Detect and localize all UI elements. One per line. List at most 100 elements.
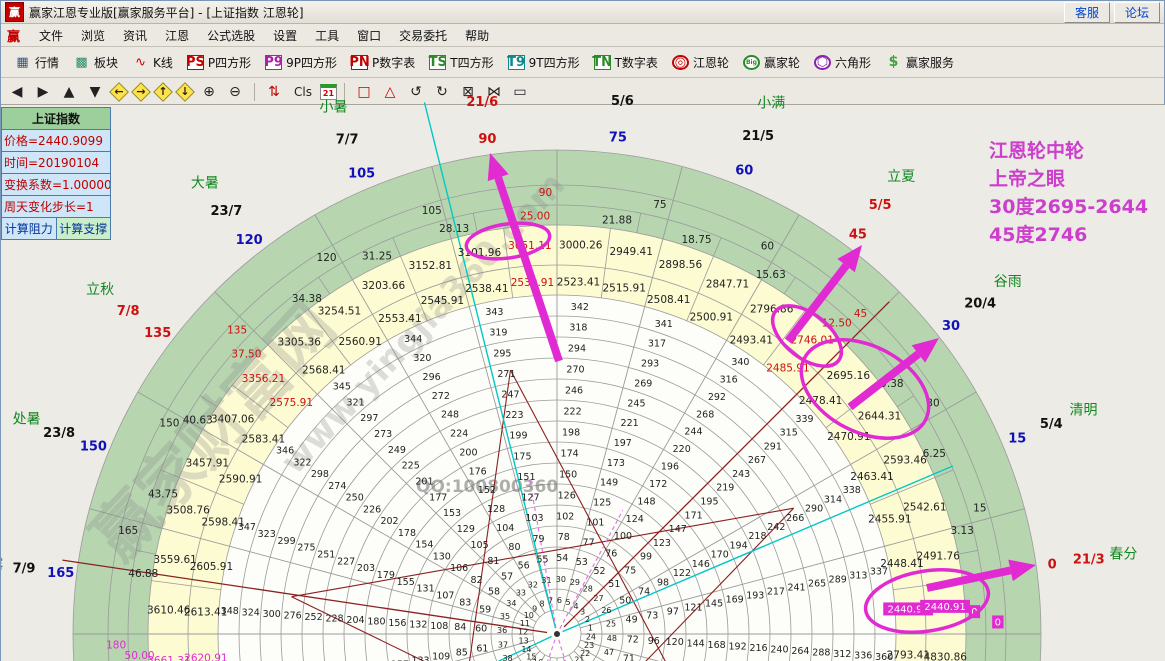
ring-number: 299 — [278, 536, 296, 547]
ring-number: 79 — [532, 534, 544, 545]
toolbar-sectors[interactable]: ▩ 板块 — [66, 52, 125, 73]
ring-number: 148 — [637, 496, 655, 507]
title-bar: 赢 赢家江恩专业版[赢家服务平台] - [上证指数 江恩轮] 客服 论坛 — [1, 1, 1164, 24]
value-circle-label: 28.13 — [439, 223, 469, 235]
ring-number: 56 — [518, 561, 530, 572]
ring-number: 293 — [641, 359, 659, 370]
toolbar-t-square[interactable]: TS T四方形 — [422, 52, 500, 73]
toolbar-hexagon[interactable]: ⬡ 六角形 — [807, 52, 878, 73]
ring-number: 127 — [521, 493, 539, 504]
outer-date-label: 7/8 — [117, 304, 140, 319]
outer-date-label: 23/8 — [43, 426, 75, 441]
ring-number: 201 — [415, 477, 433, 488]
ring-number: 241 — [787, 582, 805, 593]
ring-number: 267 — [748, 455, 766, 466]
ring-number: 58 — [488, 587, 500, 598]
ring-number: 247 — [501, 389, 519, 400]
calc-resistance-button[interactable]: 计算阻力 — [1, 218, 57, 240]
ring-number: 11 — [520, 619, 530, 628]
toolbar-9p-square[interactable]: P9 9P四方形 — [258, 52, 344, 73]
ring-number: 227 — [337, 556, 355, 567]
menu-bar: 赢 文件 浏览 资讯 江恩 公式选股 设置 工具 窗口 交易委托 帮助 — [1, 24, 1164, 47]
ring-number: 244 — [684, 427, 702, 438]
ring-number: 250 — [346, 493, 364, 504]
price-outer-value: 3508.76 — [166, 505, 210, 517]
ring-number: 176 — [469, 466, 487, 477]
ring-number: 52 — [593, 566, 605, 577]
outer-date-label: 23/7 — [210, 204, 242, 219]
price-inner-value: 2478.41 — [799, 395, 842, 407]
ring-number: 266 — [786, 513, 804, 524]
ring-number: 147 — [669, 524, 687, 535]
toolbar-winner-service[interactable]: $ 赢家服务 — [878, 52, 961, 73]
ring-number: 107 — [436, 591, 454, 602]
ring-number: 28 — [583, 584, 593, 593]
value-circle-label: 43.75 — [148, 488, 178, 500]
outer-degree-label: 45 — [849, 228, 867, 243]
p-square-icon: PS — [185, 54, 205, 70]
toolbar-kline[interactable]: ∿ K线 — [125, 52, 180, 73]
ring-number: 154 — [415, 540, 433, 551]
ring-number: 54 — [556, 553, 568, 564]
outer-date-label: 5/6 — [611, 94, 634, 109]
toolbar-quotes[interactable]: ▦ 行情 — [7, 52, 66, 73]
menu-工具[interactable]: 工具 — [306, 25, 348, 46]
ring-number: 29 — [570, 578, 580, 587]
toolbar-t-table[interactable]: TN T数字表 — [587, 52, 665, 73]
ring-number: 222 — [563, 407, 581, 418]
price-outer-value: 2847.71 — [706, 278, 749, 290]
ring-number: 174 — [561, 448, 579, 459]
calc-support-button[interactable]: 计算支撑 — [56, 218, 111, 240]
ring-number: 314 — [824, 494, 842, 505]
ring-number: 221 — [621, 418, 639, 429]
menu-帮助[interactable]: 帮助 — [456, 25, 498, 46]
toolbar-9t-square[interactable]: T9 9T四方形 — [501, 52, 587, 73]
outer-degree-label: 105 — [348, 167, 375, 182]
degree-circle-label: 150 — [159, 418, 179, 430]
menu-资讯[interactable]: 资讯 — [114, 25, 156, 46]
winner-wheel-icon: Big — [742, 54, 760, 70]
ring-number: 324 — [242, 608, 260, 619]
toolbar-p-table[interactable]: PN P数字表 — [344, 52, 422, 73]
ring-number: 12 — [518, 628, 528, 637]
ring-number: 78 — [558, 532, 570, 543]
winner-wheel-label: 赢家轮 — [763, 55, 800, 70]
p-square-label: P四方形 — [207, 55, 252, 70]
ring-number: 228 — [325, 613, 343, 624]
ring-number: 85 — [456, 648, 468, 659]
service-button[interactable]: 客服 — [1063, 1, 1110, 23]
forum-button[interactable]: 论坛 — [1113, 1, 1160, 23]
menu-文件[interactable]: 文件 — [30, 25, 72, 46]
ring-number: 133 — [411, 656, 429, 661]
outer-degree-label: 0 — [1048, 557, 1057, 572]
gann-annotation-line: 30度2695-2644 — [989, 196, 1149, 218]
ring-number: 343 — [485, 307, 503, 318]
ring-number: 2 — [585, 615, 590, 624]
menu-设置[interactable]: 设置 — [264, 25, 306, 46]
toolbar-gann-wheel[interactable]: ◎ 江恩轮 — [665, 52, 736, 73]
ring-number: 341 — [655, 319, 673, 330]
ring-number: 275 — [297, 543, 315, 554]
degree-circle-label: 180 — [106, 640, 126, 652]
hexagon-icon: ⬡ — [813, 54, 831, 70]
menu-交易委托[interactable]: 交易委托 — [390, 25, 456, 46]
menu-公式选股[interactable]: 公式选股 — [198, 25, 264, 46]
ring-number: 242 — [767, 522, 785, 533]
menu-浏览[interactable]: 浏览 — [72, 25, 114, 46]
solar-term-label: 小满 — [757, 96, 785, 112]
menu-窗口[interactable]: 窗口 — [348, 25, 390, 46]
ring-number: 296 — [423, 372, 441, 383]
price-outer-value: 2491.76 — [916, 550, 960, 562]
price-inner-value: 2568.41 — [302, 364, 345, 376]
toolbar-winner-wheel[interactable]: Big 赢家轮 — [736, 52, 807, 73]
gann-wheel-label: 江恩轮 — [692, 55, 729, 70]
degree-circle-label: 15 — [973, 503, 986, 515]
quotes-label: 行情 — [35, 55, 60, 70]
menu-logo-icon: 赢 — [7, 29, 21, 45]
price-outer-value: 3305.36 — [278, 337, 322, 349]
menu-江恩[interactable]: 江恩 — [156, 25, 198, 46]
gann-wheel-chart[interactable]: 赢家财富网 www.yingjia360.com QQ:100800360 1 2 3 4 5… — [1, 94, 1165, 661]
ring-number: 316 — [720, 374, 738, 385]
ring-number: 81 — [487, 556, 499, 567]
toolbar-p-square[interactable]: PS P四方形 — [180, 52, 258, 73]
